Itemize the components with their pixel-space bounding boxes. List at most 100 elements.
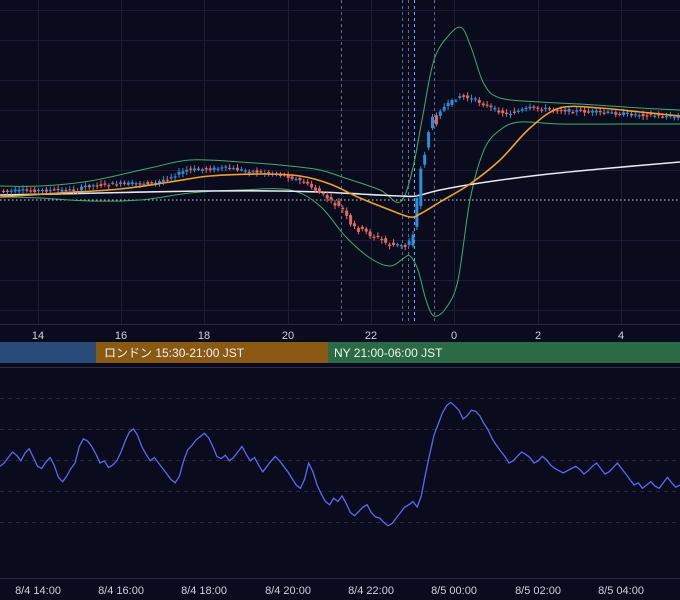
- candle-body: [415, 198, 419, 227]
- candle-body: [536, 107, 540, 109]
- candle-body: [368, 231, 372, 237]
- candle-body: [325, 195, 329, 199]
- candle-body: [431, 116, 434, 129]
- candle-body: [614, 112, 618, 115]
- candle-body: [122, 182, 126, 184]
- candle-body: [134, 183, 138, 185]
- candle-body: [579, 109, 583, 111]
- candle-body: [622, 112, 626, 116]
- fx-chart: 14 16 18 20 22 0 2 4 ロンドン 15:30-21:00 JST NY 21…: [0, 0, 680, 600]
- candle-body: [247, 171, 251, 173]
- candle-body: [555, 110, 559, 112]
- candle-body: [21, 189, 25, 191]
- candle-body: [380, 238, 384, 241]
- candle-body: [2, 190, 5, 193]
- candle-body: [91, 185, 95, 187]
- candle-body: [259, 171, 263, 173]
- candle-body: [411, 234, 415, 246]
- candle-body: [626, 112, 629, 114]
- session-london-label: ロンドン 15:30-21:00 JST: [104, 346, 245, 360]
- candle-body: [290, 176, 294, 180]
- candle-body: [458, 96, 462, 98]
- candle-body: [341, 207, 345, 210]
- candle-body: [544, 107, 548, 110]
- candle-body: [571, 112, 575, 114]
- candle-body: [83, 185, 87, 188]
- candle-body: [161, 179, 165, 182]
- candle-body: [333, 203, 337, 206]
- candle-body: [41, 189, 44, 192]
- candle-body: [567, 108, 571, 112]
- candle-body: [126, 182, 130, 185]
- candle-body: [48, 190, 52, 192]
- candle-body: [80, 186, 83, 191]
- candle-body: [329, 196, 333, 200]
- candle-body: [454, 100, 458, 102]
- oscillator-x-tick-label: 8/4 22:00: [348, 585, 394, 597]
- candle-body: [169, 177, 173, 179]
- candle-body: [470, 98, 473, 100]
- candle-body: [56, 188, 60, 191]
- oscillator-x-tick-label: 8/4 20:00: [265, 585, 311, 597]
- candle-body: [512, 111, 516, 113]
- oscillator-x-tick-label: 8/5 00:00: [431, 585, 477, 597]
- candle-body: [395, 244, 399, 246]
- candle-body: [419, 168, 423, 206]
- candle-body: [602, 112, 606, 114]
- candle-body: [29, 190, 33, 192]
- candle-body: [606, 111, 610, 113]
- candle-body: [25, 189, 29, 191]
- candle-body: [532, 106, 536, 108]
- candle-body: [388, 244, 392, 247]
- candle-body: [501, 110, 505, 114]
- candle-body: [520, 109, 524, 111]
- session-tokyo: [0, 342, 96, 363]
- candle-body: [645, 115, 649, 117]
- candle-body: [165, 179, 169, 181]
- candle-body: [150, 182, 154, 184]
- candle-body: [189, 168, 193, 170]
- candle-body: [44, 189, 48, 192]
- candle-body: [493, 107, 497, 110]
- candle-body: [434, 115, 438, 125]
- candle-body: [618, 113, 622, 116]
- candle-body: [224, 166, 228, 168]
- candle-body: [9, 190, 13, 192]
- candle-body: [111, 182, 115, 184]
- candle-body: [528, 106, 532, 109]
- candle-body: [672, 116, 676, 118]
- candle-body: [130, 182, 134, 185]
- candle-body: [317, 188, 321, 193]
- candle-body: [489, 105, 493, 108]
- candle-body: [438, 111, 442, 116]
- candle-body: [524, 107, 528, 110]
- candle-body: [661, 116, 665, 118]
- candle-body: [481, 103, 485, 106]
- candle-body: [594, 110, 598, 113]
- candle-body: [232, 168, 236, 170]
- price-x-tick-label: 0: [451, 330, 457, 342]
- candle-body: [610, 112, 614, 114]
- candle-body: [427, 132, 431, 148]
- candle-body: [204, 168, 208, 170]
- candle-body: [466, 95, 470, 99]
- session-newyork-label: NY 21:00-06:00 JST: [334, 346, 443, 360]
- candle-body: [407, 241, 411, 245]
- candle-body: [392, 242, 395, 245]
- candle-body: [5, 190, 9, 192]
- candle-body: [540, 109, 544, 111]
- candle-body: [633, 114, 637, 116]
- oscillator-x-tick-label: 8/4 18:00: [181, 585, 227, 597]
- candle-body: [446, 102, 450, 107]
- candle-body: [372, 236, 376, 238]
- oscillator-x-tick-label: 8/4 16:00: [98, 585, 144, 597]
- chart-background: [0, 0, 680, 600]
- candle-body: [477, 100, 481, 103]
- candle-body: [376, 235, 380, 237]
- candle-body: [345, 210, 349, 216]
- candle-body: [216, 168, 220, 170]
- candle-body: [72, 189, 76, 191]
- candle-body: [302, 181, 306, 183]
- candle-body: [337, 201, 341, 206]
- candle-body: [349, 215, 353, 225]
